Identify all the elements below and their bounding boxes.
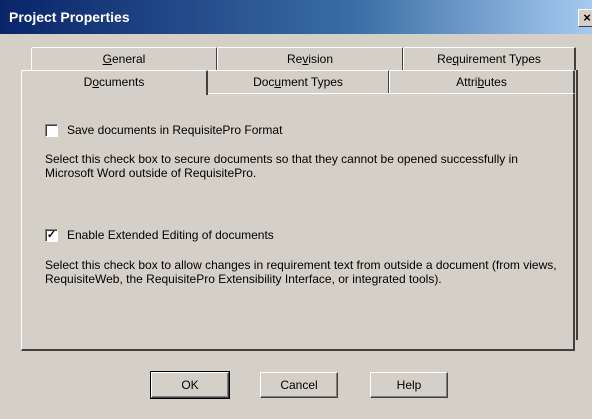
ok-button[interactable]: OK bbox=[150, 371, 230, 399]
tab-label: Revision bbox=[286, 52, 334, 66]
extended-editing-description: Select this check box to allow changes i… bbox=[45, 258, 557, 286]
extended-editing-option[interactable]: ✓ Enable Extended Editing of documents bbox=[45, 228, 385, 245]
tab-general[interactable]: General bbox=[31, 47, 218, 70]
save-format-checkbox[interactable] bbox=[45, 124, 58, 137]
help-button[interactable]: Help bbox=[370, 372, 448, 398]
tab-requirement-types[interactable]: Requirement Types bbox=[403, 47, 576, 70]
tab-document-types[interactable]: Document Types bbox=[207, 70, 390, 93]
tab-attributes[interactable]: Attributes bbox=[389, 70, 575, 93]
extended-editing-checkbox[interactable]: ✓ bbox=[45, 229, 58, 242]
cancel-button[interactable]: Cancel bbox=[260, 372, 338, 398]
tab-label: Requirement Types bbox=[437, 52, 541, 66]
tab-label: Attributes bbox=[456, 75, 507, 89]
tab-label: General bbox=[102, 52, 146, 66]
tab-stack-edge bbox=[576, 70, 578, 340]
tab-label: Documents bbox=[83, 75, 145, 89]
tab-revision[interactable]: Revision bbox=[217, 47, 404, 70]
close-icon[interactable]: × bbox=[578, 9, 592, 27]
save-format-description: Select this check box to secure document… bbox=[45, 152, 518, 180]
tab-label: Document Types bbox=[253, 75, 343, 89]
extended-editing-label: Enable Extended Editing of documents bbox=[67, 228, 274, 242]
save-format-option[interactable]: Save documents in RequisitePro Format bbox=[45, 123, 385, 140]
tab-documents[interactable]: Documents bbox=[21, 70, 208, 95]
window-title: Project Properties bbox=[9, 9, 130, 25]
title-bar: Project Properties × bbox=[0, 0, 592, 34]
save-format-label: Save documents in RequisitePro Format bbox=[67, 123, 283, 137]
